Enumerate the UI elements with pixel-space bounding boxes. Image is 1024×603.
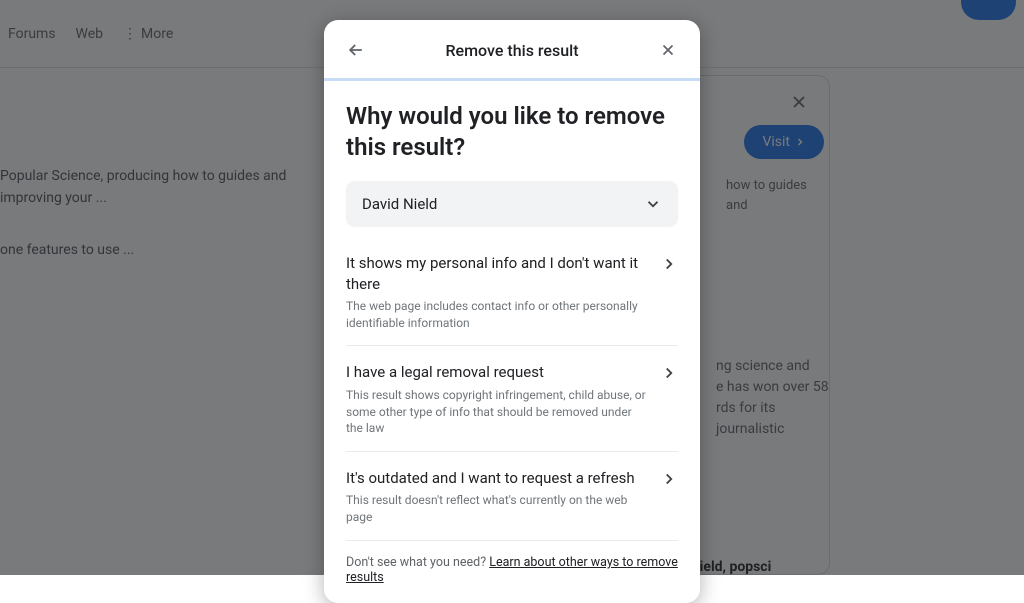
modal-header: Remove this result <box>324 20 700 81</box>
name-selector[interactable]: David Nield <box>346 181 678 227</box>
option-personal-info[interactable]: It shows my personal info and I don't wa… <box>346 237 678 346</box>
option-legal-request[interactable]: I have a legal removal request This resu… <box>346 346 678 452</box>
chevron-right-icon <box>660 468 678 526</box>
footer-question: Don't see what you need? <box>346 555 489 570</box>
back-button[interactable] <box>344 38 368 62</box>
chevron-right-icon <box>660 362 678 437</box>
option-title: I have a legal removal request <box>346 362 648 382</box>
option-outdated[interactable]: It's outdated and I want to request a re… <box>346 452 678 541</box>
option-desc: This result shows copyright infringement… <box>346 387 648 437</box>
modal-overlay: Remove this result Why would you like to… <box>0 0 1024 575</box>
chevron-right-icon <box>660 253 678 331</box>
option-desc: This result doesn't reflect what's curre… <box>346 492 648 526</box>
modal-question: Why would you like to remove this result… <box>346 101 678 163</box>
remove-result-modal: Remove this result Why would you like to… <box>324 20 700 603</box>
selected-name-label: David Nield <box>362 195 437 213</box>
chevron-down-icon <box>644 195 662 213</box>
modal-footer-note: Don't see what you need? Learn about oth… <box>346 541 678 585</box>
modal-body: Why would you like to remove this result… <box>324 81 700 603</box>
option-title: It shows my personal info and I don't wa… <box>346 253 648 294</box>
arrow-left-icon <box>346 40 366 60</box>
modal-title: Remove this result <box>445 41 578 60</box>
option-title: It's outdated and I want to request a re… <box>346 468 648 488</box>
close-icon <box>659 41 677 59</box>
close-button[interactable] <box>656 38 680 62</box>
option-desc: The web page includes contact info or ot… <box>346 298 648 332</box>
